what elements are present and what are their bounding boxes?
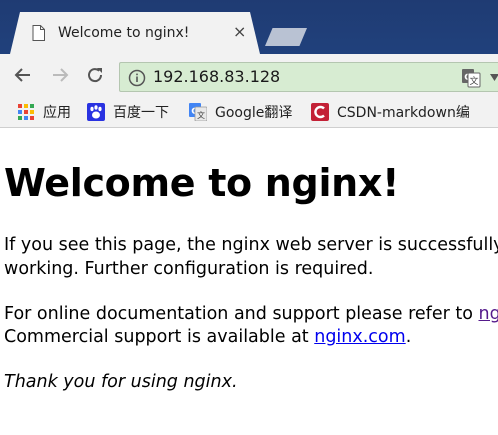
tab-title: Welcome to nginx!	[58, 25, 190, 41]
page-viewport: Welcome to nginx! If you see this page, …	[0, 129, 498, 435]
url-text[interactable]: 192.168.83.128	[153, 67, 280, 86]
paragraph-text: For online documentation and support ple…	[4, 304, 479, 324]
paragraph-text: Commercial support is available at	[4, 327, 315, 347]
bookmark-label: 应用	[43, 105, 71, 121]
forward-arrow-icon[interactable]	[49, 64, 71, 86]
page-heading: Welcome to nginx!	[4, 161, 400, 205]
chevron-down-icon[interactable]	[490, 74, 498, 82]
svg-text:文: 文	[197, 110, 205, 120]
paragraph-line: working. Further configuration is requir…	[4, 259, 374, 279]
google-translate-icon: G 文	[189, 103, 207, 121]
paragraph-text: .	[405, 327, 412, 347]
nginx-com-link[interactable]: nginx.com	[314, 327, 405, 347]
bookmark-label: CSDN-markdown编	[337, 105, 470, 121]
bookmark-label: Google翻译	[215, 105, 293, 121]
window-titlebar: Welcome to nginx! ×	[0, 0, 498, 54]
browser-tab-active[interactable]: Welcome to nginx! ×	[10, 12, 260, 54]
paragraph-line: If you see this page, the nginx web serv…	[4, 235, 498, 255]
address-bar[interactable]: 192.168.83.128 G 文	[119, 62, 498, 92]
paragraph-line: For online documentation and support ple…	[4, 302, 498, 326]
svg-text:文: 文	[469, 75, 478, 87]
apps-grid-icon	[18, 104, 34, 120]
page-info-icon[interactable]	[128, 69, 146, 87]
paragraph-line: Commercial support is available at nginx…	[4, 325, 411, 349]
tab-close-icon[interactable]: ×	[233, 24, 246, 40]
baidu-paw-icon	[87, 103, 105, 121]
page-icon	[32, 25, 45, 41]
reload-icon[interactable]	[84, 64, 106, 86]
bookmark-label: 百度一下	[113, 105, 169, 121]
back-arrow-icon[interactable]	[12, 64, 34, 86]
translate-icon[interactable]: G 文	[461, 68, 481, 88]
bookmarks-bar: 应用 百度一下 G 文 Google翻译 CSDN-markdown编	[0, 96, 498, 128]
thank-you-text: Thank you for using nginx.	[4, 372, 238, 392]
csdn-icon	[311, 103, 329, 121]
nginx-org-link[interactable]: nginx.org	[479, 304, 498, 324]
new-tab-button[interactable]	[265, 28, 307, 46]
